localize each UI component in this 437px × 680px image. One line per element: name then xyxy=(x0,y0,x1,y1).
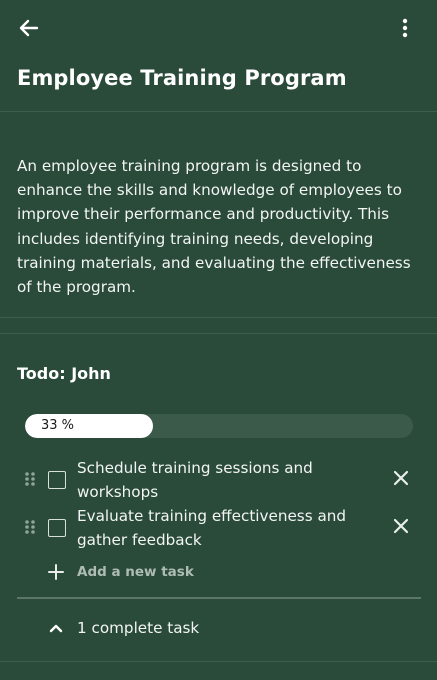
arrow-left-icon xyxy=(19,19,39,37)
divider xyxy=(17,597,421,599)
progress-label: 33 % xyxy=(41,418,75,433)
completed-tasks-toggle[interactable]: 1 complete task xyxy=(48,616,199,640)
task-text[interactable]: Schedule training sessions and workshops xyxy=(77,456,367,504)
divider xyxy=(0,661,437,662)
drag-handle-icon[interactable] xyxy=(24,519,36,535)
plus-icon xyxy=(48,564,64,580)
remove-task-button[interactable] xyxy=(390,515,412,537)
close-icon xyxy=(393,470,409,486)
task-checkbox[interactable] xyxy=(48,471,66,489)
completed-tasks-label: 1 complete task xyxy=(77,619,200,637)
page-title: Employee Training Program xyxy=(17,66,347,90)
more-menu-button[interactable] xyxy=(395,14,415,42)
task-text[interactable]: Evaluate training effectiveness and gath… xyxy=(77,504,367,552)
description-text: An employee training program is designed… xyxy=(17,157,411,297)
task-checkbox[interactable] xyxy=(48,519,66,537)
drag-handle-icon[interactable] xyxy=(24,471,36,487)
more-vertical-icon xyxy=(402,18,408,38)
remove-task-button[interactable] xyxy=(390,467,412,489)
progress-bar: 33 % xyxy=(25,414,413,438)
add-task-label: Add a new task xyxy=(77,564,194,580)
progress-fill: 33 % xyxy=(25,414,154,438)
divider xyxy=(0,333,437,334)
divider xyxy=(0,111,437,112)
divider xyxy=(0,317,437,318)
chevron-up-icon xyxy=(49,624,63,633)
add-task-button[interactable]: Add a new task xyxy=(48,561,194,583)
top-bar xyxy=(0,0,437,56)
back-button[interactable] xyxy=(14,14,44,42)
todo-title: Todo: John xyxy=(17,364,111,383)
close-icon xyxy=(393,518,409,534)
